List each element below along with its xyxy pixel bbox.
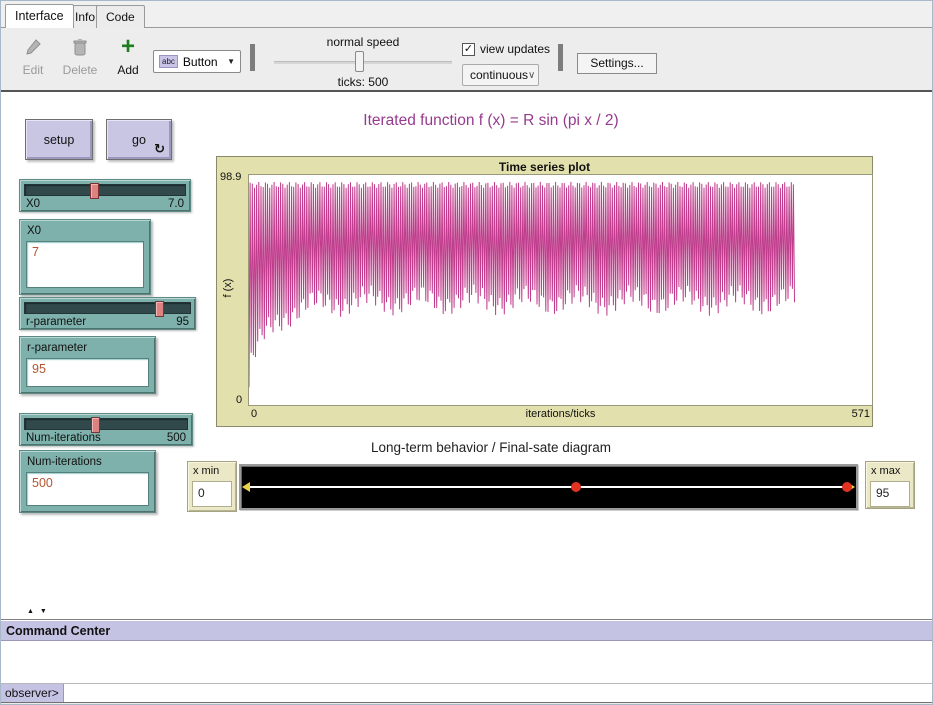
command-center-output bbox=[1, 642, 933, 683]
x0-slider-label: X0 bbox=[26, 198, 40, 210]
x-min-field[interactable]: 0 bbox=[192, 481, 232, 507]
x-min-widget: x min 0 bbox=[187, 461, 237, 512]
num-iterations-input-widget: Num-iterations 500 bbox=[19, 450, 156, 513]
x0-input-label: X0 bbox=[27, 225, 41, 237]
edit-label: Edit bbox=[11, 63, 55, 77]
setup-button[interactable]: setup bbox=[25, 119, 93, 160]
r-parameter-slider-thumb[interactable] bbox=[155, 301, 164, 317]
r-parameter-slider-label: r-parameter bbox=[26, 316, 86, 328]
tab-code[interactable]: Code bbox=[96, 5, 145, 28]
y-axis-label: f (x) bbox=[222, 268, 234, 308]
final-state-point bbox=[571, 482, 581, 492]
command-center-title: Command Center bbox=[1, 621, 933, 641]
widget-type-label: Button bbox=[183, 55, 218, 69]
r-parameter-input-widget: r-parameter 95 bbox=[19, 336, 156, 394]
num-iterations-slider[interactable]: Num-iterations 500 bbox=[19, 413, 193, 446]
speed-label: normal speed bbox=[274, 35, 452, 49]
update-mode-value: continuous bbox=[470, 68, 528, 82]
button-widget-icon: abc bbox=[159, 55, 178, 68]
r-parameter-slider-value: 95 bbox=[176, 316, 189, 328]
x-max-widget: x max 95 bbox=[865, 461, 915, 509]
edit-button[interactable]: Edit bbox=[11, 34, 55, 77]
num-iterations-slider-thumb[interactable] bbox=[91, 417, 100, 433]
add-button[interactable]: + Add bbox=[106, 34, 150, 77]
delete-label: Delete bbox=[58, 63, 102, 77]
delete-button[interactable]: Delete bbox=[58, 34, 102, 77]
r-parameter-input-label: r-parameter bbox=[27, 342, 87, 354]
trash-icon bbox=[58, 34, 102, 60]
final-state-axis-line bbox=[244, 486, 853, 488]
tab-bar: Interface Info Code bbox=[1, 1, 933, 28]
view-updates-label: view updates bbox=[480, 42, 550, 56]
num-iterations-slider-label: Num-iterations bbox=[26, 432, 101, 444]
x-max-label: x max bbox=[871, 465, 900, 477]
x0-input-field[interactable]: 7 bbox=[26, 241, 144, 288]
toolbar: Edit Delete + Add abc Button ▼ normal sp… bbox=[1, 28, 933, 92]
widget-type-dropdown[interactable]: abc Button ▼ bbox=[153, 50, 241, 73]
plot-area bbox=[248, 174, 873, 406]
final-state-point bbox=[842, 482, 852, 492]
x0-input-widget: X0 7 bbox=[19, 219, 151, 295]
chevron-down-icon: ∨ bbox=[528, 70, 535, 81]
ticks-counter: ticks: 500 bbox=[274, 75, 452, 89]
num-iterations-slider-track[interactable] bbox=[24, 418, 188, 430]
final-state-view bbox=[239, 464, 858, 510]
num-iterations-slider-value: 500 bbox=[167, 432, 186, 444]
command-input[interactable] bbox=[64, 684, 933, 702]
toolbar-separator bbox=[250, 44, 255, 71]
y-axis-max: 98.9 bbox=[220, 171, 241, 183]
pencil-icon bbox=[11, 34, 55, 60]
num-iterations-input-label: Num-iterations bbox=[27, 456, 102, 468]
forever-icon: ↻ bbox=[154, 141, 165, 157]
x-axis-max: 571 bbox=[852, 408, 870, 420]
command-center: Command Center observer> bbox=[1, 619, 933, 705]
speed-slider-thumb[interactable] bbox=[355, 51, 364, 72]
add-label: Add bbox=[106, 63, 150, 77]
settings-button[interactable]: Settings... bbox=[577, 53, 657, 74]
observer-prompt: observer> bbox=[1, 684, 64, 702]
go-button-label: go bbox=[132, 133, 146, 147]
num-iterations-input-field[interactable]: 500 bbox=[26, 472, 149, 506]
plot-title: Time series plot bbox=[217, 160, 872, 174]
toolbar-separator bbox=[558, 44, 563, 71]
r-parameter-slider-track[interactable] bbox=[24, 302, 191, 314]
command-center-splitter[interactable]: ▲▼ bbox=[27, 608, 53, 615]
x-axis-label: iterations/ticks bbox=[248, 408, 873, 420]
r-parameter-input-field[interactable]: 95 bbox=[26, 358, 149, 387]
view-updates-checkbox[interactable]: ✓ bbox=[462, 43, 475, 56]
r-parameter-slider[interactable]: r-parameter 95 bbox=[19, 297, 196, 330]
chevron-down-icon: ▼ bbox=[227, 57, 235, 66]
netlogo-window: Interface Info Code Edit Delete + Add ab… bbox=[0, 0, 933, 705]
model-heading: Iterated function f (x) = R sin (pi x / … bbox=[161, 112, 821, 130]
plus-icon: + bbox=[121, 36, 135, 58]
x0-slider-thumb[interactable] bbox=[90, 183, 99, 199]
arrow-left-icon bbox=[242, 482, 250, 492]
final-state-heading: Long-term behavior / Final-sate diagram bbox=[191, 440, 791, 455]
x0-slider-track[interactable] bbox=[24, 184, 186, 196]
tab-interface[interactable]: Interface bbox=[5, 4, 74, 28]
setup-button-label: setup bbox=[44, 133, 75, 147]
update-mode-dropdown[interactable]: continuous ∨ bbox=[462, 64, 539, 86]
x-min-label: x min bbox=[193, 465, 219, 477]
time-series-polyline bbox=[249, 182, 795, 388]
time-series-plot-widget: Time series plot 98.9 f (x) 0 0 iteratio… bbox=[216, 156, 873, 427]
y-axis-min: 0 bbox=[236, 394, 242, 406]
x0-slider[interactable]: X0 7.0 bbox=[19, 179, 191, 212]
interface-canvas: setup go ↻ Iterated function f (x) = R s… bbox=[1, 92, 933, 619]
x-max-field[interactable]: 95 bbox=[870, 481, 910, 507]
x0-slider-value: 7.0 bbox=[168, 198, 184, 210]
